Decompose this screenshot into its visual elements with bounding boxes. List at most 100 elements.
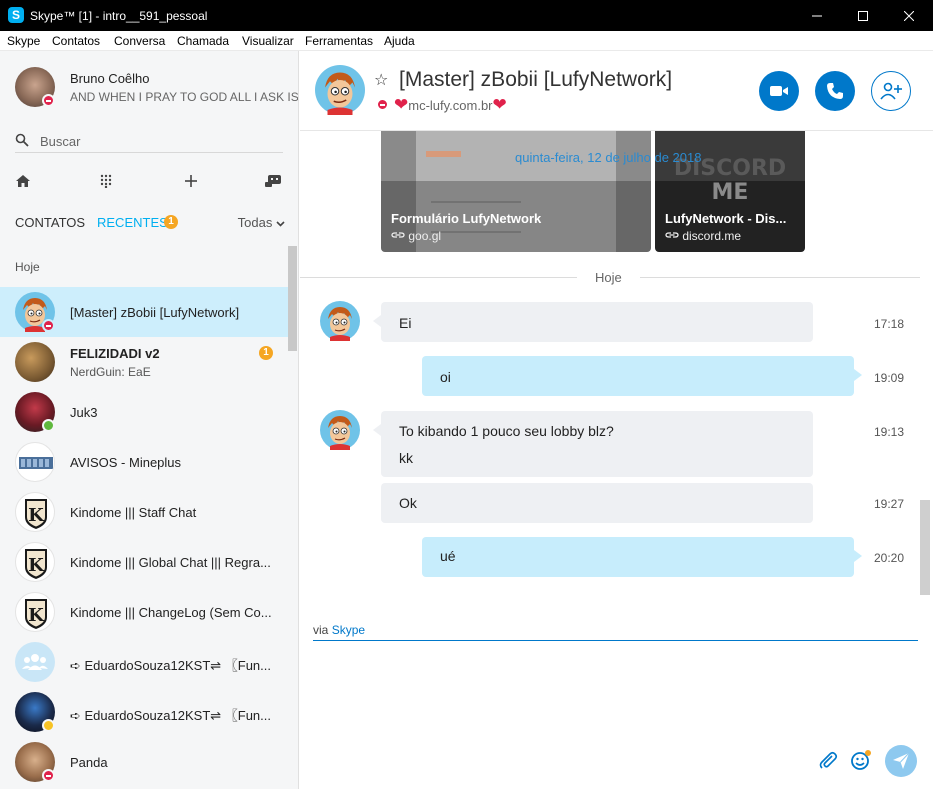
- sidebar-nav-icons: [0, 169, 298, 193]
- conversation-item[interactable]: Panda: [0, 737, 288, 787]
- menu-contatos[interactable]: Contatos: [52, 34, 100, 48]
- avatar[interactable]: [320, 301, 360, 341]
- close-button[interactable]: [886, 0, 932, 31]
- conversation-name: Kindome ||| ChangeLog (Sem Co...: [70, 605, 272, 620]
- tab-recent[interactable]: RECENTES: [97, 215, 168, 230]
- send-icon: [893, 752, 910, 769]
- message-area: Formulário LufyNetwork goo.gl DISCORD ME…: [300, 131, 920, 611]
- home-button[interactable]: [13, 171, 33, 191]
- link-preview-title: LufyNetwork - Dis...: [665, 211, 787, 226]
- chat-avatar[interactable]: [315, 65, 365, 115]
- cartoon-avatar-icon: [320, 410, 360, 450]
- dnd-status-icon: [42, 319, 55, 332]
- filter-label: Todas: [237, 215, 273, 230]
- tab-contacts[interactable]: CONTATOS: [15, 215, 85, 230]
- avatar: [15, 642, 55, 682]
- svg-text:K: K: [28, 555, 45, 576]
- sidebar: Bruno Coêlho AND WHEN I PRAY TO GOD ALL …: [0, 51, 299, 789]
- home-icon: [16, 175, 30, 187]
- window-title-bar: S Skype™ [1] - intro__591_pessoal: [0, 0, 933, 31]
- message-time: 19:27: [874, 497, 905, 511]
- avatar[interactable]: [320, 410, 360, 450]
- message-text: oi: [440, 369, 451, 385]
- link-icon: [391, 232, 405, 238]
- message-bubble[interactable]: Ok: [381, 483, 813, 523]
- section-header-today: Hoje: [15, 260, 40, 274]
- add-people-button[interactable]: [871, 71, 911, 111]
- sidebar-scrollbar[interactable]: [288, 246, 297, 351]
- conversation-name: AVISOS - Mineplus: [70, 455, 182, 470]
- composer-input[interactable]: [313, 640, 918, 641]
- window-title: Skype™ [1] - intro__591_pessoal: [30, 9, 208, 23]
- dnd-status-icon: [42, 94, 55, 107]
- message-scrollbar[interactable]: [920, 500, 930, 595]
- search-input[interactable]: Buscar: [40, 134, 80, 149]
- svg-text:ME: ME: [712, 180, 749, 205]
- add-person-icon: [880, 82, 902, 100]
- chat-header: ☆ [Master] zBobii [LufyNetwork] ❤mc-lufy…: [300, 51, 933, 131]
- message-bubble[interactable]: To kibando 1 pouco seu lobby blz? kk: [373, 411, 813, 477]
- video-call-button[interactable]: [759, 71, 799, 111]
- via-skype-link[interactable]: Skype: [332, 623, 365, 637]
- add-button[interactable]: [181, 171, 201, 191]
- link-preview-domain: goo.gl: [391, 229, 441, 243]
- plus-icon: [185, 175, 197, 187]
- conversation-item[interactable]: Juk3: [0, 387, 288, 437]
- conversation-item[interactable]: ➪ EduardoSouza12KST⇌ 〖Fun...: [0, 637, 288, 687]
- link-preview-domain: discord.me: [665, 229, 741, 243]
- close-icon: [904, 10, 914, 21]
- maximize-button[interactable]: [840, 0, 886, 31]
- message-text: Ok: [399, 495, 417, 511]
- message-time: 20:20: [874, 551, 905, 565]
- cartoon-avatar-icon: [320, 301, 360, 341]
- menu-visualizar[interactable]: Visualizar: [242, 34, 294, 48]
- menu-skype[interactable]: Skype: [7, 34, 40, 48]
- conversation-item[interactable]: FELIZIDADI v2 NerdGuin: EaE 1: [0, 337, 288, 387]
- search-icon: [15, 133, 29, 147]
- chat-title[interactable]: [Master] zBobii [LufyNetwork]: [399, 68, 672, 92]
- favorite-star-icon[interactable]: ☆: [374, 70, 388, 90]
- message-time: 17:18: [874, 317, 905, 331]
- svg-text:K: K: [28, 605, 45, 626]
- conversation-name: Panda: [70, 755, 108, 770]
- avatar: [15, 342, 55, 382]
- minimize-icon: [812, 15, 822, 16]
- voice-call-button[interactable]: [815, 71, 855, 111]
- avatar: K: [15, 492, 55, 532]
- message-bubble[interactable]: ué: [422, 537, 862, 577]
- menu-chamada[interactable]: Chamada: [177, 34, 229, 48]
- attach-file-button[interactable]: [816, 748, 840, 772]
- conversation-name: Kindome ||| Global Chat ||| Regra...: [70, 555, 271, 570]
- menu-ferramentas[interactable]: Ferramentas: [305, 34, 373, 48]
- heart-icon: ❤: [492, 95, 507, 114]
- video-camera-icon: [770, 86, 788, 96]
- conversation-item[interactable]: K Kindome ||| Global Chat ||| Regra...: [0, 537, 288, 587]
- conversation-item[interactable]: ➪ EduardoSouza12KST⇌ 〖Fun...: [0, 687, 288, 737]
- profile-name[interactable]: Bruno Coêlho: [70, 71, 150, 86]
- bot-button[interactable]: [263, 171, 283, 191]
- recent-unread-badge: 1: [164, 215, 178, 229]
- conversation-name: [Master] zBobii [LufyNetwork]: [70, 305, 240, 320]
- minimize-button[interactable]: [794, 0, 840, 31]
- dialpad-button[interactable]: [96, 171, 116, 191]
- cartoon-avatar-icon: [315, 65, 365, 115]
- conversation-item[interactable]: [Master] zBobii [LufyNetwork]: [0, 287, 288, 337]
- link-icon: [665, 232, 679, 238]
- filter-dropdown[interactable]: Todas: [238, 215, 285, 230]
- heart-icon: ❤: [394, 95, 409, 114]
- conversation-item[interactable]: K Kindome ||| ChangeLog (Sem Co...: [0, 587, 288, 637]
- group-icon: [22, 654, 48, 670]
- conversation-item[interactable]: K Kindome ||| Staff Chat: [0, 487, 288, 537]
- emoticon-button[interactable]: [849, 748, 873, 772]
- message-bubble[interactable]: oi: [422, 356, 862, 396]
- send-button[interactable]: [885, 745, 917, 777]
- conversation-item[interactable]: AVISOS - Mineplus: [0, 437, 288, 487]
- menu-conversa[interactable]: Conversa: [114, 34, 165, 48]
- menu-ajuda[interactable]: Ajuda: [384, 34, 415, 48]
- avatar: K: [15, 542, 55, 582]
- conversation-name: Kindome ||| Staff Chat: [70, 505, 197, 520]
- search-box[interactable]: Buscar: [15, 131, 283, 153]
- day-divider-label: Hoje: [595, 270, 622, 285]
- profile-mood[interactable]: AND WHEN I PRAY TO GOD ALL I ASK IS: [70, 90, 298, 104]
- message-bubble[interactable]: Ei: [373, 302, 813, 342]
